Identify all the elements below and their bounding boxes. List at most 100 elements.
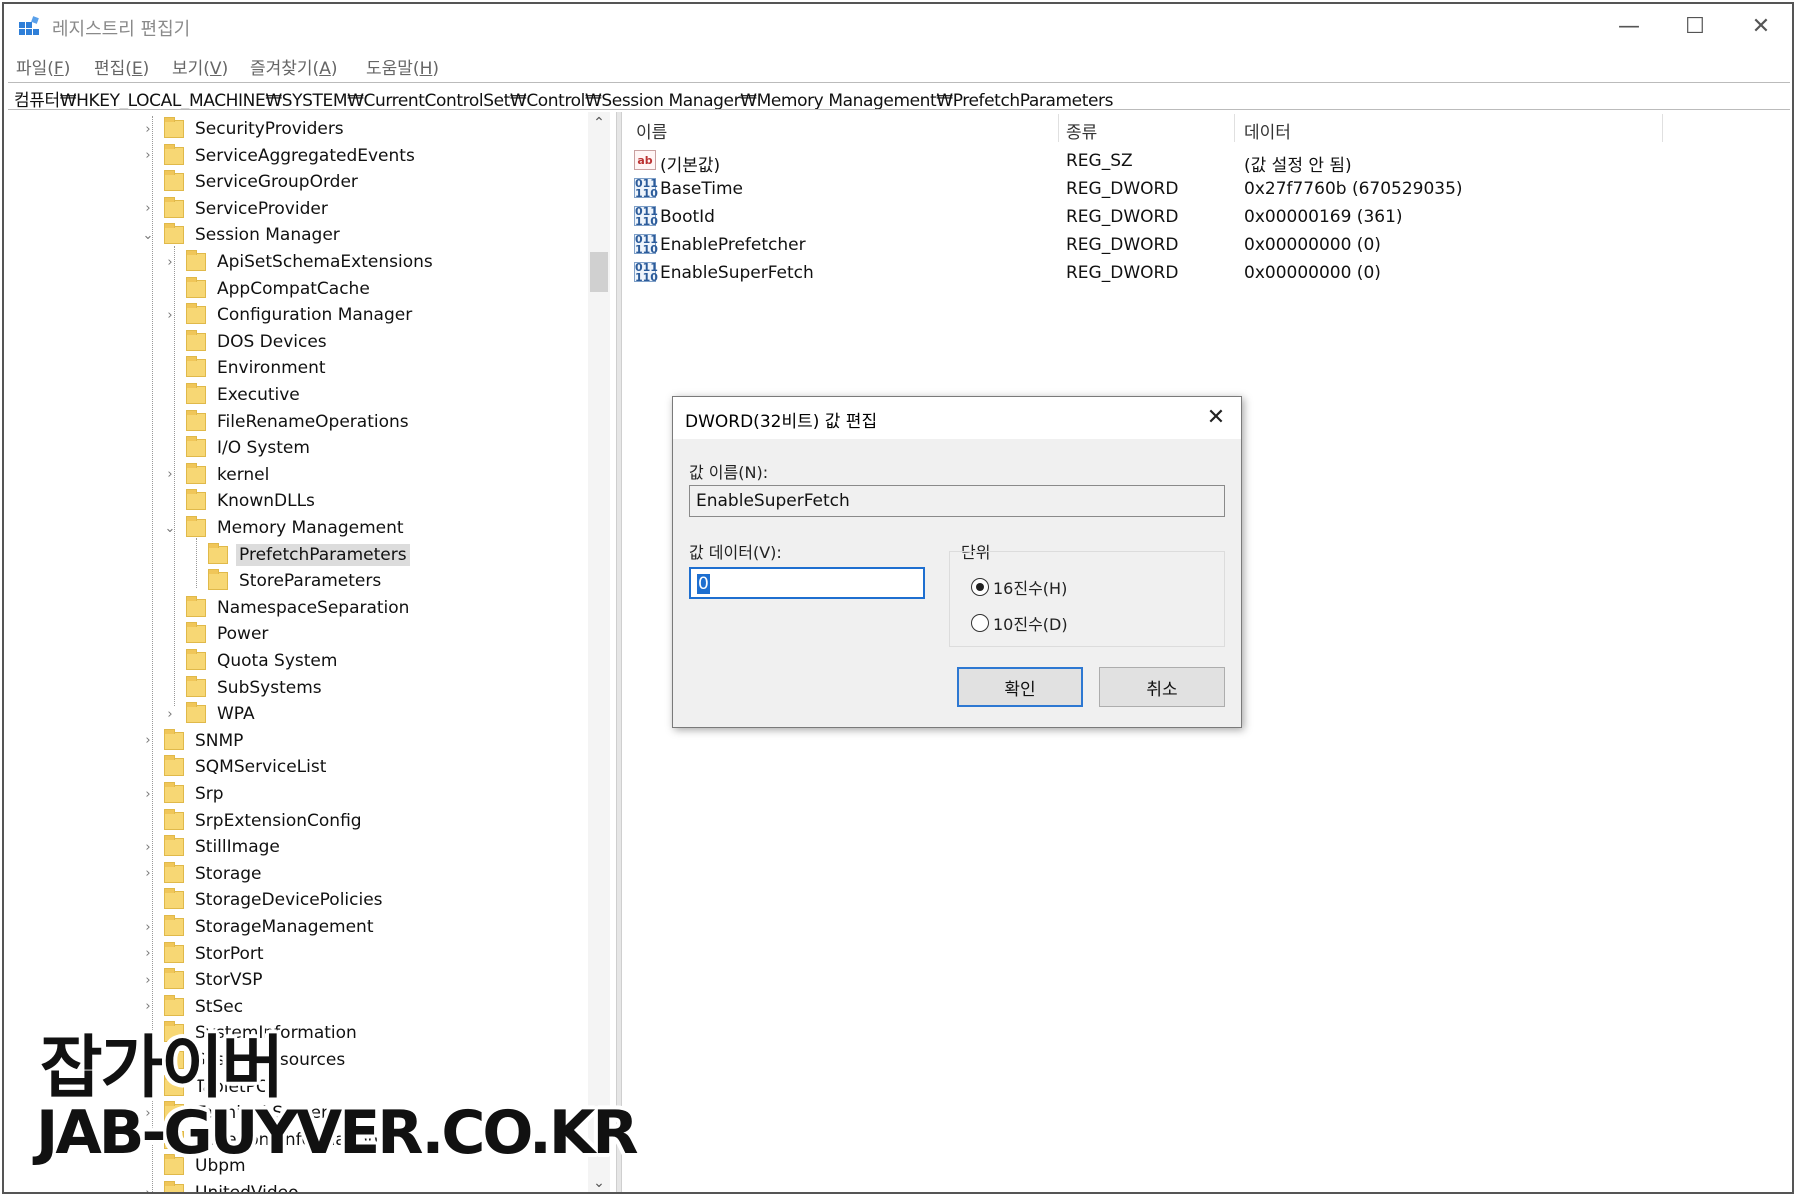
expand-icon[interactable]: › [140,786,156,802]
scroll-down-icon[interactable]: ⌄ [588,1172,610,1192]
value-data: 0x27f7760b (670529035) [1244,179,1463,199]
expand-icon[interactable]: › [162,467,178,483]
expand-icon[interactable]: › [140,972,156,988]
tree-item-label: Srp [195,784,224,804]
collapse-icon[interactable]: ⌄ [162,520,178,536]
expand-icon[interactable]: › [162,706,178,722]
value-name-field[interactable]: EnableSuperFetch [689,485,1225,517]
tree-item[interactable]: › StorageManagement [140,914,377,940]
expand-icon[interactable]: › [140,946,156,962]
value-row[interactable]: 011 110 BootId REG_DWORD 0x00000169 (361) [632,204,1732,230]
menu-favorites[interactable]: 즐겨찾기(A) [250,54,337,79]
value-name: EnablePrefetcher [660,235,806,255]
no-expander [140,174,156,190]
dialog-close-icon[interactable]: ✕ [1201,403,1231,433]
column-separator[interactable] [1662,114,1663,142]
tree-item[interactable]: DOS Devices [162,329,330,355]
tree-item[interactable]: ⌄ Memory Management [162,515,407,541]
folder-icon [186,622,206,644]
tree-item[interactable]: › kernel [162,462,272,488]
maximize-button[interactable]: ☐ [1662,4,1728,48]
pane-splitter[interactable] [616,112,622,1192]
no-expander [162,387,178,403]
close-button[interactable]: ✕ [1728,4,1792,48]
list-header: 이름 종류 데이터 [624,112,1790,144]
value-row[interactable]: ab (기본값) REG_SZ (값 설정 안 됨) [632,148,1732,176]
tree-item[interactable]: › ServiceAggregatedEvents [140,143,418,169]
column-separator[interactable] [1058,114,1059,142]
menu-help[interactable]: 도움말(H) [366,54,439,79]
tree-item[interactable]: Quota System [162,648,340,674]
folder-icon [186,462,206,484]
column-type-header[interactable]: 종류 [1066,118,1097,143]
tree-item[interactable]: AppCompatCache [162,276,373,302]
tree-item[interactable]: PrefetchParameters [184,542,410,568]
expand-icon[interactable]: › [140,866,156,882]
expand-icon[interactable]: › [140,121,156,137]
cancel-button[interactable]: 취소 [1099,667,1225,707]
menu-bar: 파일(F) 편집(E) 보기(V) 즐겨찾기(A) 도움말(H) [4,50,1792,80]
tree-item[interactable]: › StillImage [140,834,283,860]
tree-item[interactable]: › StorVSP [140,967,266,993]
tree-item[interactable]: › Configuration Manager [162,302,415,328]
expand-icon[interactable]: › [140,201,156,217]
menu-view[interactable]: 보기(V) [172,54,228,79]
tree-item[interactable]: › Storage [140,861,265,887]
expand-icon[interactable]: › [140,839,156,855]
tree-item[interactable]: KnownDLLs [162,488,318,514]
tree-item[interactable]: NamespaceSeparation [162,595,412,621]
expand-icon[interactable]: › [140,919,156,935]
menu-file[interactable]: 파일(F) [16,54,70,79]
value-row[interactable]: 011 110 EnablePrefetcher REG_DWORD 0x000000… [632,232,1732,258]
tree-item[interactable]: ⌄ Session Manager [140,222,343,248]
tree-guide-line [174,246,175,706]
ok-button[interactable]: 확인 [957,667,1083,707]
tree-item[interactable]: I/O System [162,435,313,461]
scroll-up-icon[interactable]: ⌃ [588,112,610,134]
tree-item[interactable]: FileRenameOperations [162,409,412,435]
tree-item[interactable]: › SNMP [140,728,246,754]
collapse-icon[interactable]: ⌄ [140,227,156,243]
decimal-radio[interactable]: 10진수(D) [971,611,1068,635]
tree-item[interactable]: Environment [162,355,329,381]
tree-item[interactable]: › ApiSetSchemaExtensions [162,249,436,275]
value-row[interactable]: 011 110 BaseTime REG_DWORD 0x27f7760b (6705… [632,176,1732,202]
column-name-header[interactable]: 이름 [636,118,667,143]
folder-icon [186,516,206,537]
tree-item-label: SQMServiceList [195,757,327,778]
tree-item[interactable]: ServiceGroupOrder [140,169,361,195]
tree-item[interactable]: SrpExtensionConfig [140,808,365,834]
tree-item[interactable]: › ServiceProvider [140,196,331,222]
address-bar[interactable]: 컴퓨터₩HKEY_LOCAL_MACHINE₩SYSTEM₩CurrentCon… [8,82,1790,110]
expand-icon[interactable]: › [162,254,178,270]
column-separator[interactable] [1234,114,1235,142]
hex-radio[interactable]: 16진수(H) [971,575,1067,599]
value-data-input[interactable]: 0 [689,567,925,599]
expand-icon[interactable]: › [140,733,156,749]
tree-item[interactable]: › SecurityProviders [140,116,347,142]
tree-item-label: kernel [217,464,270,485]
tree-item[interactable]: Executive [162,382,303,408]
minimize-button[interactable]: — [1596,4,1662,48]
scroll-thumb[interactable] [590,252,608,292]
tree-item[interactable]: › StorPort [140,941,267,967]
tree-item[interactable]: SubSystems [162,675,325,701]
menu-edit[interactable]: 편집(E) [94,54,149,79]
tree-item[interactable]: StoreParameters [184,568,384,594]
no-expander [162,440,178,456]
value-row[interactable]: 011 110 EnableSuperFetch REG_DWORD 0x000000… [632,260,1732,286]
tree-item[interactable]: StorageDevicePolicies [140,887,386,913]
expand-icon[interactable]: › [140,148,156,164]
tree-scrollbar[interactable]: ⌃ ⌄ [588,112,610,1192]
expand-icon[interactable]: › [162,307,178,323]
tree-item-label: KnownDLLs [217,491,315,512]
tree-item[interactable]: SQMServiceList [140,754,329,780]
tree-item[interactable]: Power [162,621,271,647]
tree-item[interactable]: › WPA [162,701,258,727]
tree-item[interactable]: › UnitedVideo [140,1180,302,1193]
folder-icon [186,276,206,298]
folder-icon [186,595,206,617]
column-data-header[interactable]: 데이터 [1244,118,1291,143]
tree-item-label: ServiceProvider [195,198,328,219]
expand-icon[interactable]: › [140,1185,156,1193]
